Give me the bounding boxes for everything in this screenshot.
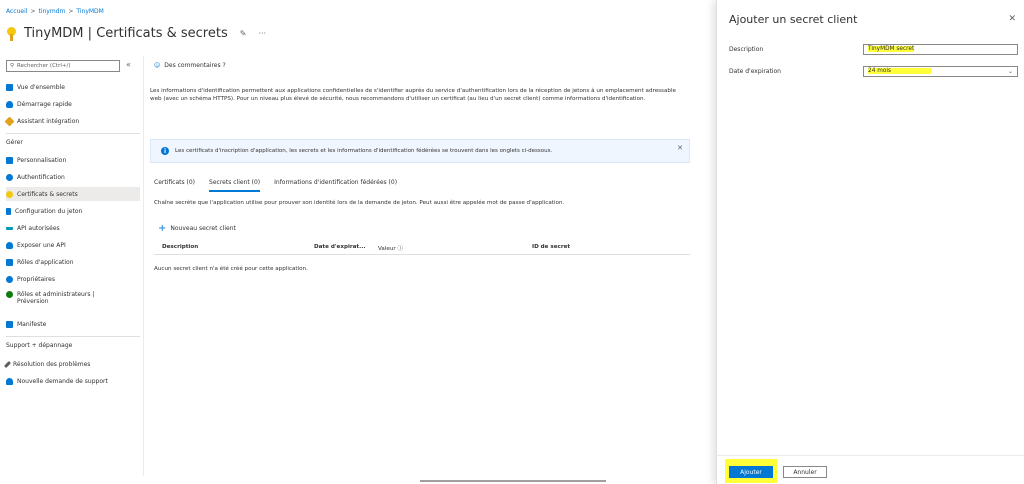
doc-icon bbox=[6, 320, 13, 328]
key-icon bbox=[6, 190, 13, 198]
plus-icon: + bbox=[158, 222, 167, 234]
sidebar-item-quickstart[interactable]: Démarrage rapide bbox=[6, 97, 140, 111]
column-description[interactable]: Description bbox=[162, 244, 198, 250]
app-name: TinyMDM bbox=[24, 26, 84, 41]
cancel-button[interactable]: Annuler bbox=[783, 466, 827, 478]
sidebar-item-support-request[interactable]: Nouvelle demande de support bbox=[6, 374, 140, 388]
breadcrumb-separator: > bbox=[68, 8, 74, 15]
wrench-icon bbox=[3, 360, 12, 368]
info-text: Les certificats d'inscription d'applicat… bbox=[175, 148, 553, 154]
sidebar-item-roles-admins[interactable]: Rôles et administrateurs | Préversion bbox=[6, 289, 140, 311]
page-subtitle: Certificats & secrets bbox=[96, 26, 228, 41]
expiry-value: 24 mois bbox=[868, 68, 932, 74]
new-client-secret-button[interactable]: + Nouveau secret client bbox=[158, 222, 236, 234]
person-icon bbox=[6, 377, 13, 385]
bars-icon bbox=[6, 207, 11, 215]
sidebar: ⚲ Rechercher (Ctrl+/) « Vue d'ensemble D… bbox=[0, 56, 144, 476]
add-secret-panel: Ajouter un secret client ✕ Description T… bbox=[716, 0, 1024, 484]
cloud-icon bbox=[6, 241, 13, 249]
panel-title: Ajouter un secret client bbox=[729, 13, 858, 26]
title-separator: | bbox=[83, 26, 97, 41]
tabs: Certificats (0) Secrets client (0) Infor… bbox=[154, 179, 397, 192]
column-expiry[interactable]: Date d'expirat... bbox=[314, 244, 365, 250]
tab-description: Chaîne secrète que l'application utilise… bbox=[154, 200, 565, 206]
sidebar-item-certificates[interactable]: Certificats & secrets bbox=[6, 187, 140, 201]
page-title: TinyMDM | Certificats & secrets bbox=[24, 26, 228, 41]
empty-message: Aucun secret client n'a été créé pour ce… bbox=[154, 266, 308, 272]
grid-icon bbox=[6, 258, 13, 266]
chevron-down-icon: ⌄ bbox=[1007, 68, 1013, 75]
sidebar-item-api-permissions[interactable]: API autorisées bbox=[6, 221, 140, 235]
sidebar-item-app-roles[interactable]: Rôles d'application bbox=[6, 255, 140, 269]
tab-federated-credentials[interactable]: Informations d'identification fédérées (… bbox=[274, 179, 397, 192]
collapse-icon[interactable]: « bbox=[126, 60, 131, 69]
breadcrumb-separator: > bbox=[30, 8, 36, 15]
ellipsis-icon[interactable]: ··· bbox=[258, 29, 266, 38]
breadcrumb-app[interactable]: TinyMDM bbox=[76, 8, 103, 15]
add-button[interactable]: Ajouter bbox=[729, 466, 773, 478]
feedback-link[interactable]: ☺ Des commentaires ? bbox=[154, 62, 226, 69]
expiry-select[interactable]: 24 mois ⌄ bbox=[863, 66, 1018, 77]
sidebar-item-integration[interactable]: Assistant intégration bbox=[4, 114, 140, 128]
breadcrumb-tenant[interactable]: tinymdm bbox=[38, 8, 65, 15]
key-icon bbox=[6, 26, 18, 41]
description-value: TinyMDM secret bbox=[868, 46, 915, 52]
description-label: Description bbox=[729, 46, 764, 53]
grid-icon bbox=[6, 83, 13, 91]
tab-certificates[interactable]: Certificats (0) bbox=[154, 179, 195, 192]
pin-icon[interactable]: ✎ bbox=[240, 29, 247, 38]
sidebar-item-branding[interactable]: Personnalisation bbox=[6, 153, 140, 167]
sidebar-item-manifest[interactable]: Manifeste bbox=[6, 317, 140, 331]
column-secret-id[interactable]: ID de secret bbox=[532, 244, 570, 250]
sidebar-item-authentication[interactable]: Authentification bbox=[6, 170, 140, 184]
info-icon: i bbox=[161, 147, 169, 155]
sidebar-item-expose-api[interactable]: Exposer une API bbox=[6, 238, 140, 252]
sidebar-item-owners[interactable]: Propriétaires bbox=[6, 272, 140, 286]
tab-client-secrets[interactable]: Secrets client (0) bbox=[209, 179, 261, 192]
sidebar-item-overview[interactable]: Vue d'ensemble bbox=[6, 80, 140, 94]
info-banner: i Les certificats d'inscription d'applic… bbox=[150, 139, 690, 163]
arrows-icon bbox=[6, 226, 13, 230]
sidebar-item-token-config[interactable]: Configuration du jeton bbox=[6, 204, 140, 218]
section-support: Support + dépannage bbox=[6, 342, 73, 349]
rocket-icon bbox=[4, 116, 15, 126]
divider bbox=[6, 133, 140, 134]
search-icon: ⚲ bbox=[10, 63, 15, 69]
users-icon bbox=[6, 275, 13, 283]
intro-text: Les informations d'identification permet… bbox=[150, 88, 676, 102]
breadcrumb-home[interactable]: Accueil bbox=[6, 8, 27, 15]
search-input[interactable]: ⚲ Rechercher (Ctrl+/) bbox=[6, 60, 120, 72]
horizontal-scrollbar[interactable] bbox=[420, 480, 606, 482]
table-header: Description Date d'expirat... Valeur ⓘ I… bbox=[154, 242, 690, 255]
sidebar-item-troubleshoot[interactable]: Résolution des problèmes bbox=[3, 357, 140, 371]
breadcrumb: Accueil > tinymdm > TinyMDM bbox=[6, 8, 104, 15]
feedback-icon: ☺ bbox=[154, 62, 161, 69]
refresh-icon bbox=[6, 173, 13, 181]
cloud-icon bbox=[6, 100, 13, 108]
expiry-label: Date d'expiration bbox=[729, 68, 781, 75]
section-manage: Gérer bbox=[6, 139, 23, 146]
page-header: TinyMDM | Certificats & secrets ✎ ··· bbox=[6, 26, 266, 41]
close-icon[interactable]: ✕ bbox=[677, 144, 683, 152]
layout-icon bbox=[6, 156, 13, 164]
close-icon[interactable]: ✕ bbox=[1008, 14, 1016, 24]
column-value[interactable]: Valeur ⓘ bbox=[378, 244, 403, 252]
description-field[interactable]: TinyMDM secret bbox=[863, 44, 1018, 55]
search-placeholder: Rechercher (Ctrl+/) bbox=[17, 63, 71, 69]
panel-footer: Ajouter Annuler bbox=[717, 455, 1024, 484]
divider bbox=[6, 336, 140, 337]
admin-icon bbox=[6, 291, 13, 298]
